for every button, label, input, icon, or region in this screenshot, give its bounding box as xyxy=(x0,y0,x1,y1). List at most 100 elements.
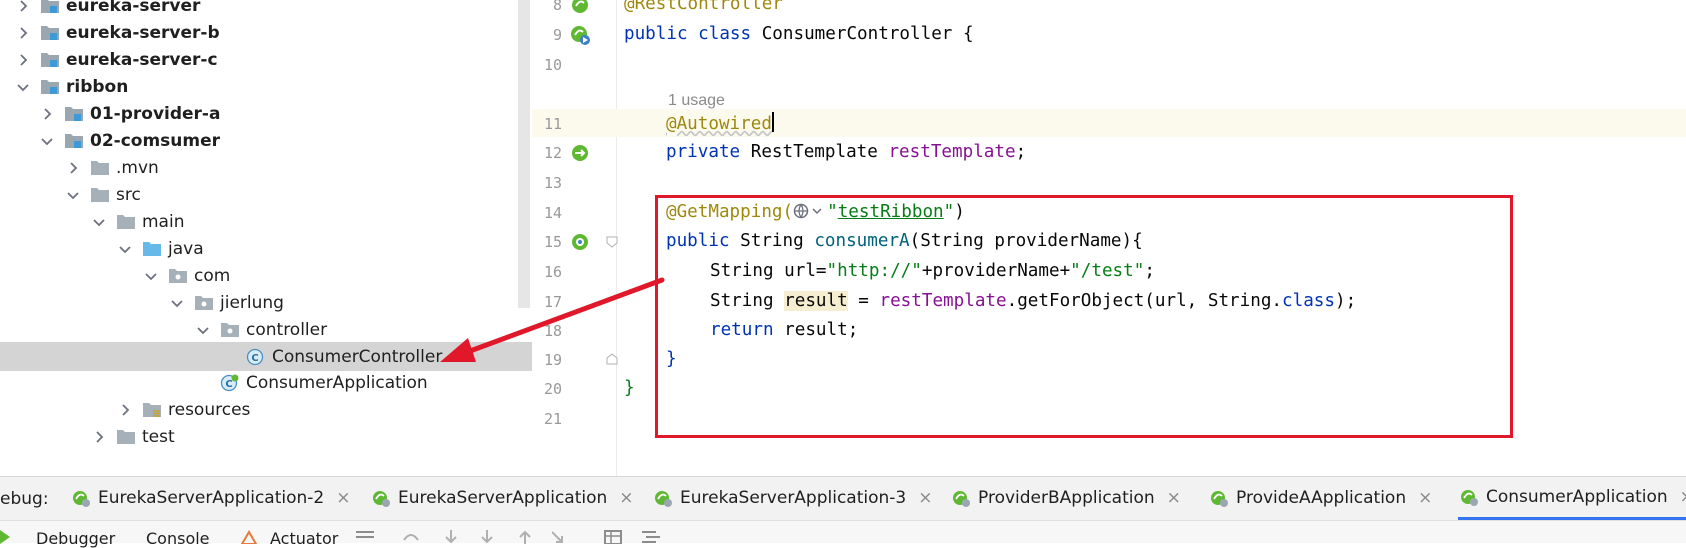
no-chevron-spacer xyxy=(222,350,236,364)
debug-session-tab[interactable]: ProviderBApplication × xyxy=(950,476,1181,520)
usage-hint[interactable]: 1 usage xyxy=(668,92,725,110)
folder-icon xyxy=(90,186,110,203)
run-to-cursor-icon[interactable] xyxy=(551,529,570,548)
debug-session-tab[interactable]: EurekaServerApplication × xyxy=(370,476,634,520)
debug-session-tab-label: ProvideAApplication xyxy=(1236,488,1407,508)
debug-session-tab[interactable]: EurekaServerApplication-2 × xyxy=(70,476,351,520)
menu-icon[interactable] xyxy=(356,529,374,548)
chevron-down-icon[interactable] xyxy=(92,215,106,229)
package-icon xyxy=(220,321,240,338)
tree-item[interactable]: src xyxy=(0,180,532,209)
folder-icon xyxy=(90,159,110,176)
debugger-tab[interactable]: Debugger xyxy=(36,529,115,548)
chevron-down-icon[interactable] xyxy=(16,80,30,94)
code-line-8: @RestController xyxy=(624,0,783,14)
keyword-token: private xyxy=(666,142,741,162)
module-folder-icon xyxy=(40,0,60,14)
chevron-right-icon[interactable] xyxy=(16,0,30,13)
debug-session-tab-label: EurekaServerApplication xyxy=(398,488,608,508)
evaluate-expression-icon[interactable] xyxy=(604,529,622,548)
brace-token: } xyxy=(624,378,635,398)
close-icon[interactable]: × xyxy=(1680,487,1686,507)
tree-scrollbar[interactable] xyxy=(518,0,530,308)
tree-item[interactable]: eureka-server-b xyxy=(0,18,532,47)
spring-bean-run-gutter-icon[interactable] xyxy=(569,24,591,46)
step-into-icon[interactable] xyxy=(444,529,458,548)
tree-item[interactable]: resources xyxy=(0,395,532,424)
console-tab[interactable]: Console xyxy=(146,529,210,548)
tree-item[interactable]: controller xyxy=(0,315,532,344)
tree-item[interactable]: eureka-server xyxy=(0,0,532,20)
class-name-token: ConsumerController { xyxy=(761,24,974,44)
step-over-icon[interactable] xyxy=(402,529,420,548)
tree-item[interactable]: main xyxy=(0,207,532,236)
tree-item[interactable]: java xyxy=(0,234,532,263)
close-icon[interactable]: × xyxy=(336,488,350,508)
debug-session-tab[interactable]: ProvideAApplication × xyxy=(1208,476,1432,520)
tree-item[interactable]: 01-provider-a xyxy=(0,99,532,128)
debug-session-tab[interactable]: ConsumerApplication × xyxy=(1458,476,1686,520)
autowired-gutter-icon[interactable] xyxy=(569,142,591,164)
chevron-down-icon[interactable] xyxy=(144,269,158,283)
chevron-right-icon[interactable] xyxy=(92,430,106,444)
spring-bean-gutter-icon[interactable] xyxy=(569,0,591,16)
chevron-right-icon[interactable] xyxy=(118,403,132,417)
tree-item[interactable]: com xyxy=(0,261,532,290)
svg-text:C: C xyxy=(251,353,258,364)
tree-item[interactable]: .mvn xyxy=(0,153,532,182)
line-number: 12 xyxy=(543,144,562,162)
chevron-right-icon[interactable] xyxy=(16,26,30,40)
tree-item-label: ConsumerController xyxy=(272,346,443,367)
resume-icon[interactable] xyxy=(0,529,10,548)
chevron-down-icon[interactable] xyxy=(40,134,54,148)
chevron-right-icon[interactable] xyxy=(66,161,80,175)
tree-item[interactable]: 02-comsumer xyxy=(0,126,532,155)
svg-text:C: C xyxy=(225,379,232,390)
debug-session-tab[interactable]: EurekaServerApplication-3 × xyxy=(652,476,933,520)
tree-item[interactable]: C ConsumerApplication xyxy=(0,368,532,397)
chevron-down-icon[interactable] xyxy=(170,296,184,310)
actuator-icon[interactable] xyxy=(240,529,258,548)
close-icon[interactable]: × xyxy=(918,488,932,508)
step-out-icon[interactable] xyxy=(518,529,532,548)
chevron-right-icon[interactable] xyxy=(16,53,30,67)
actuator-tab[interactable]: Actuator xyxy=(270,529,338,548)
line-number: 16 xyxy=(543,263,562,281)
debug-toolbar: Debugger Console Actuator xyxy=(0,520,1686,548)
keyword-token: public xyxy=(624,24,688,44)
chevron-down-icon[interactable] xyxy=(196,323,210,337)
tree-item[interactable]: C ConsumerController xyxy=(0,342,532,371)
tree-item-label: 02-comsumer xyxy=(90,130,221,151)
spring-boot-run-icon xyxy=(70,487,92,509)
chevron-down-icon[interactable] xyxy=(118,242,132,256)
keyword-token: class xyxy=(698,24,752,44)
spring-class-icon: C xyxy=(220,374,240,392)
trace-icon[interactable] xyxy=(642,529,660,548)
line-number: 14 xyxy=(543,204,562,222)
line-number: 19 xyxy=(543,351,562,369)
close-icon[interactable]: × xyxy=(1167,488,1181,508)
debug-session-tab-label: ConsumerApplication xyxy=(1486,486,1668,507)
chevron-right-icon[interactable] xyxy=(40,107,54,121)
tree-item-label: java xyxy=(168,238,204,259)
line-number: 17 xyxy=(543,293,562,311)
close-icon[interactable]: × xyxy=(619,488,633,508)
punct-token: ; xyxy=(1015,142,1027,162)
tree-item[interactable]: ribbon xyxy=(0,72,532,101)
tree-item[interactable]: jierlung xyxy=(0,288,532,317)
close-icon[interactable]: × xyxy=(1418,488,1432,508)
code-line-20: } xyxy=(624,378,635,398)
chevron-down-icon[interactable] xyxy=(66,188,80,202)
tree-item[interactable]: test xyxy=(0,422,532,451)
module-folder-icon xyxy=(40,24,60,41)
folder-icon xyxy=(116,428,136,445)
spring-boot-run-icon xyxy=(1458,486,1480,508)
force-step-into-icon[interactable] xyxy=(480,529,494,548)
annotation-highlight-box xyxy=(655,195,1513,438)
spring-boot-run-icon xyxy=(1208,487,1230,509)
tree-item[interactable]: eureka-server-c xyxy=(0,45,532,74)
debug-session-tab-label: ProviderBApplication xyxy=(978,488,1155,508)
line-number: 13 xyxy=(543,174,562,192)
spring-boot-run-icon xyxy=(950,487,972,509)
request-mapping-gutter-icon[interactable] xyxy=(569,231,591,253)
